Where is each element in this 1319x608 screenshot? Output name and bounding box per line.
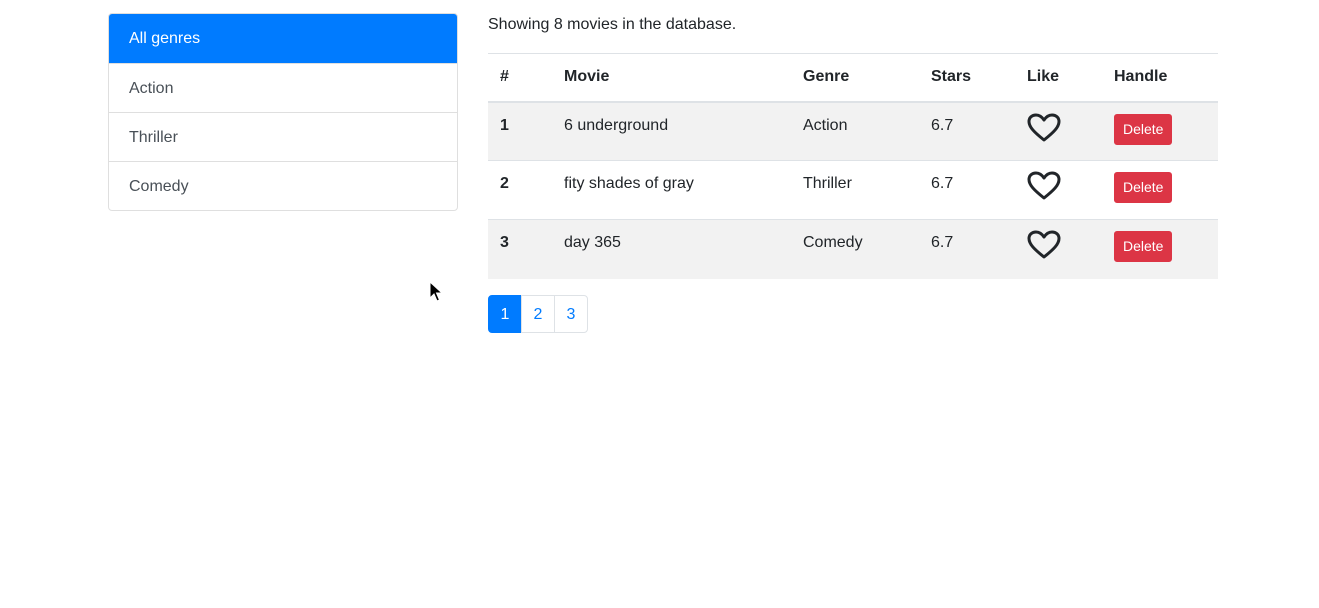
movie-genre: Comedy <box>791 219 919 279</box>
heart-outline-icon[interactable] <box>1027 113 1061 143</box>
page-link-1[interactable]: 1 <box>488 294 522 333</box>
movie-stars: 6.7 <box>919 101 1015 161</box>
page-link-3[interactable]: 3 <box>554 294 588 333</box>
movie-genre: Thriller <box>791 160 919 220</box>
delete-button[interactable]: Delete <box>1114 231 1173 262</box>
column-header-index: # <box>488 53 552 103</box>
column-header-handle: Handle <box>1102 53 1218 103</box>
column-header-movie: Movie <box>552 53 791 103</box>
row-index: 1 <box>488 101 552 161</box>
heart-outline-icon[interactable] <box>1027 171 1061 201</box>
movie-stars: 6.7 <box>919 219 1015 279</box>
delete-button[interactable]: Delete <box>1114 113 1173 145</box>
column-header-stars: Stars <box>919 53 1015 103</box>
heart-outline-icon[interactable] <box>1027 230 1061 260</box>
like-cell <box>1015 219 1102 279</box>
genre-item-comedy[interactable]: Comedy <box>109 161 457 210</box>
row-index: 2 <box>488 160 552 220</box>
table-row: 2 fity shades of gray Thriller 6.7 Delet… <box>488 160 1218 220</box>
app-root: All genres Action Thriller Comedy Showin… <box>0 0 1319 608</box>
genre-list: All genres Action Thriller Comedy <box>108 13 458 211</box>
like-cell <box>1015 101 1102 161</box>
like-cell <box>1015 160 1102 220</box>
movies-table: # Movie Genre Stars Like Handle 1 6 unde… <box>488 53 1218 279</box>
table-body: 1 6 underground Action 6.7 Delete 2 fity… <box>488 101 1218 279</box>
delete-button[interactable]: Delete <box>1114 172 1173 203</box>
handle-cell: Delete <box>1102 101 1218 161</box>
row-index: 3 <box>488 219 552 279</box>
movie-title: day 365 <box>552 219 791 279</box>
table-row: 3 day 365 Comedy 6.7 Delete <box>488 219 1218 279</box>
mouse-pointer-icon <box>429 280 444 303</box>
movie-title: 6 underground <box>552 101 791 161</box>
genre-item-thriller[interactable]: Thriller <box>109 112 457 161</box>
movie-count-summary: Showing 8 movies in the database. <box>488 16 737 33</box>
main-content: Showing 8 movies in the database. # Movi… <box>488 13 1218 333</box>
movie-title: fity shades of gray <box>552 160 791 220</box>
table-header: # Movie Genre Stars Like Handle <box>488 53 1218 103</box>
pagination: 1 2 3 <box>488 294 1218 333</box>
page-link-2[interactable]: 2 <box>521 294 555 333</box>
table-header-row: # Movie Genre Stars Like Handle <box>488 53 1218 103</box>
column-header-like: Like <box>1015 53 1102 103</box>
genre-item-all[interactable]: All genres <box>109 14 457 63</box>
genre-item-action[interactable]: Action <box>109 63 457 112</box>
column-header-genre: Genre <box>791 53 919 103</box>
movie-genre: Action <box>791 101 919 161</box>
handle-cell: Delete <box>1102 160 1218 220</box>
table-row: 1 6 underground Action 6.7 Delete <box>488 101 1218 161</box>
movie-stars: 6.7 <box>919 160 1015 220</box>
handle-cell: Delete <box>1102 219 1218 279</box>
